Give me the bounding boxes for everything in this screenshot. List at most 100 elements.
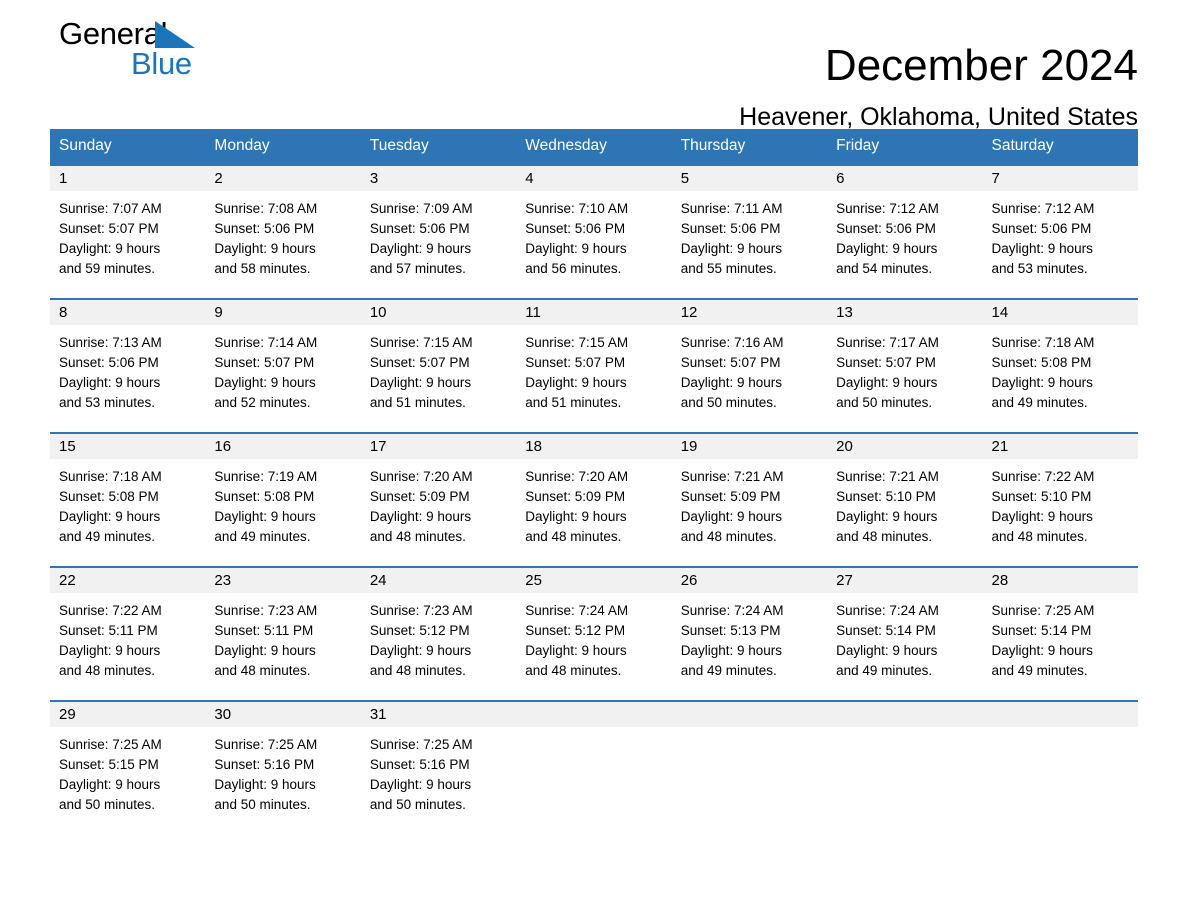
day-details: Sunrise: 7:16 AM Sunset: 5:07 PM Dayligh…	[672, 325, 827, 413]
day-cell[interactable]: 16 Sunrise: 7:19 AM Sunset: 5:08 PM Dayl…	[205, 432, 361, 566]
day-cell[interactable]: 27 Sunrise: 7:24 AM Sunset: 5:14 PM Dayl…	[827, 566, 983, 700]
day-cell[interactable]: 14 Sunrise: 7:18 AM Sunset: 5:08 PM Dayl…	[982, 298, 1138, 432]
daylight-text-line2: and 59 minutes.	[59, 261, 156, 276]
day-cell[interactable]: 5 Sunrise: 7:11 AM Sunset: 5:06 PM Dayli…	[671, 164, 828, 298]
daylight-text-line2: and 48 minutes.	[369, 663, 466, 678]
day-cell[interactable]: 28 Sunrise: 7:25 AM Sunset: 5:14 PM Dayl…	[982, 566, 1138, 700]
daylight-text-line2: and 56 minutes.	[525, 261, 622, 276]
sunset-text: Sunset: 5:11 PM	[214, 623, 314, 638]
sunrise-text: Sunrise: 7:15 AM	[525, 335, 629, 350]
daylight-text-line1: Daylight: 9 hours	[525, 375, 627, 390]
daylight-text-line1: Daylight: 9 hours	[59, 241, 161, 256]
day-number: 4	[516, 166, 672, 191]
daylight-text-line1: Daylight: 9 hours	[836, 241, 938, 256]
day-cell[interactable]: 22 Sunrise: 7:22 AM Sunset: 5:11 PM Dayl…	[50, 566, 206, 700]
day-details: Sunrise: 7:15 AM Sunset: 5:07 PM Dayligh…	[516, 325, 671, 413]
sunrise-text: Sunrise: 7:25 AM	[59, 737, 162, 752]
day-cell-empty	[827, 700, 983, 812]
sunrise-text: Sunrise: 7:18 AM	[59, 469, 162, 484]
sunrise-text: Sunrise: 7:25 AM	[214, 737, 318, 752]
daylight-text-line2: and 48 minutes.	[525, 663, 622, 678]
day-cell[interactable]: 20 Sunrise: 7:21 AM Sunset: 5:10 PM Dayl…	[827, 432, 983, 566]
sunrise-text: Sunrise: 7:12 AM	[836, 201, 939, 216]
daylight-text-line2: and 48 minutes.	[59, 663, 156, 678]
day-cell[interactable]: 3 Sunrise: 7:09 AM Sunset: 5:06 PM Dayli…	[360, 164, 517, 298]
day-cell[interactable]: 25 Sunrise: 7:24 AM Sunset: 5:12 PM Dayl…	[516, 566, 672, 700]
sunrise-text: Sunrise: 7:24 AM	[680, 603, 784, 618]
generalblue-logo[interactable]: General Blue	[59, 16, 259, 92]
sunset-text: Sunset: 5:14 PM	[836, 623, 936, 638]
daylight-text-line2: and 50 minutes.	[369, 797, 466, 812]
sunset-text: Sunset: 5:13 PM	[680, 623, 781, 638]
day-details: Sunrise: 7:10 AM Sunset: 5:06 PM Dayligh…	[516, 191, 671, 279]
sunrise-text: Sunrise: 7:24 AM	[525, 603, 629, 618]
daylight-text-line2: and 51 minutes.	[525, 395, 622, 410]
day-cell[interactable]: 6 Sunrise: 7:12 AM Sunset: 5:06 PM Dayli…	[827, 164, 983, 298]
daylight-text-line1: Daylight: 9 hours	[214, 643, 316, 658]
daylight-text-line2: and 50 minutes.	[214, 797, 311, 812]
sunset-text: Sunset: 5:08 PM	[214, 489, 315, 504]
day-number: 29	[50, 702, 206, 727]
sunset-text: Sunset: 5:09 PM	[369, 489, 470, 504]
daylight-text-line2: and 57 minutes.	[369, 261, 466, 276]
sunset-text: Sunset: 5:06 PM	[59, 355, 159, 370]
daylight-text-line1: Daylight: 9 hours	[59, 643, 161, 658]
day-cell[interactable]: 30 Sunrise: 7:25 AM Sunset: 5:16 PM Dayl…	[205, 700, 361, 812]
sunset-text: Sunset: 5:12 PM	[369, 623, 470, 638]
day-details: Sunrise: 7:21 AM Sunset: 5:09 PM Dayligh…	[672, 459, 827, 547]
day-cell-empty	[982, 700, 1138, 812]
day-cell[interactable]: 24 Sunrise: 7:23 AM Sunset: 5:12 PM Dayl…	[360, 566, 517, 700]
daylight-text-line1: Daylight: 9 hours	[59, 375, 161, 390]
daylight-text-line1: Daylight: 9 hours	[680, 241, 782, 256]
day-cell[interactable]: 9 Sunrise: 7:14 AM Sunset: 5:07 PM Dayli…	[205, 298, 361, 432]
daylight-text-line2: and 55 minutes.	[680, 261, 777, 276]
calendar-page: General Blue December 2024 Heavener, Okl…	[0, 0, 1188, 918]
daylight-text-line2: and 49 minutes.	[991, 663, 1088, 678]
day-cell[interactable]: 26 Sunrise: 7:24 AM Sunset: 5:13 PM Dayl…	[671, 566, 828, 700]
day-number: 26	[671, 568, 828, 593]
day-cell[interactable]: 21 Sunrise: 7:22 AM Sunset: 5:10 PM Dayl…	[982, 432, 1138, 566]
day-cell[interactable]: 2 Sunrise: 7:08 AM Sunset: 5:06 PM Dayli…	[205, 164, 361, 298]
day-number: 18	[516, 434, 672, 459]
day-cell[interactable]: 1 Sunrise: 7:07 AM Sunset: 5:07 PM Dayli…	[50, 164, 206, 298]
logo-triangle-icon	[155, 21, 195, 48]
sunset-text: Sunset: 5:07 PM	[836, 355, 936, 370]
daylight-text-line2: and 58 minutes.	[214, 261, 311, 276]
day-cell[interactable]: 15 Sunrise: 7:18 AM Sunset: 5:08 PM Dayl…	[50, 432, 206, 566]
sunrise-text: Sunrise: 7:13 AM	[59, 335, 162, 350]
sunrise-text: Sunrise: 7:08 AM	[214, 201, 318, 216]
page-subtitle: Heavener, Oklahoma, United States	[739, 103, 1138, 131]
day-cell[interactable]: 13 Sunrise: 7:17 AM Sunset: 5:07 PM Dayl…	[827, 298, 983, 432]
day-details: Sunrise: 7:12 AM Sunset: 5:06 PM Dayligh…	[827, 191, 982, 279]
sunrise-text: Sunrise: 7:16 AM	[680, 335, 784, 350]
weekday-header-saturday: Saturday	[982, 129, 1138, 164]
day-cell[interactable]: 8 Sunrise: 7:13 AM Sunset: 5:06 PM Dayli…	[50, 298, 206, 432]
sunset-text: Sunset: 5:06 PM	[680, 221, 781, 236]
day-details: Sunrise: 7:11 AM Sunset: 5:06 PM Dayligh…	[672, 191, 827, 279]
day-cell[interactable]: 4 Sunrise: 7:10 AM Sunset: 5:06 PM Dayli…	[516, 164, 672, 298]
day-details	[672, 727, 827, 735]
day-cell[interactable]: 31 Sunrise: 7:25 AM Sunset: 5:16 PM Dayl…	[360, 700, 517, 812]
daylight-text-line1: Daylight: 9 hours	[680, 643, 782, 658]
day-cell[interactable]: 7 Sunrise: 7:12 AM Sunset: 5:06 PM Dayli…	[982, 164, 1138, 298]
daylight-text-line2: and 53 minutes.	[59, 395, 156, 410]
day-cell[interactable]: 23 Sunrise: 7:23 AM Sunset: 5:11 PM Dayl…	[205, 566, 361, 700]
day-cell[interactable]: 10 Sunrise: 7:15 AM Sunset: 5:07 PM Dayl…	[360, 298, 517, 432]
calendar-header-row: Sunday Monday Tuesday Wednesday Thursday…	[50, 129, 1138, 164]
day-cell[interactable]: 19 Sunrise: 7:21 AM Sunset: 5:09 PM Dayl…	[671, 432, 828, 566]
calendar-week-row: 1 Sunrise: 7:07 AM Sunset: 5:07 PM Dayli…	[50, 164, 1138, 298]
day-cell[interactable]: 18 Sunrise: 7:20 AM Sunset: 5:09 PM Dayl…	[516, 432, 672, 566]
day-cell[interactable]: 11 Sunrise: 7:15 AM Sunset: 5:07 PM Dayl…	[516, 298, 672, 432]
weekday-header-monday: Monday	[205, 129, 361, 164]
sunrise-text: Sunrise: 7:25 AM	[369, 737, 473, 752]
daylight-text-line1: Daylight: 9 hours	[680, 509, 782, 524]
day-cell[interactable]: 12 Sunrise: 7:16 AM Sunset: 5:07 PM Dayl…	[671, 298, 828, 432]
sunset-text: Sunset: 5:16 PM	[369, 757, 470, 772]
daylight-text-line1: Daylight: 9 hours	[991, 643, 1093, 658]
daylight-text-line1: Daylight: 9 hours	[214, 375, 316, 390]
day-cell[interactable]: 17 Sunrise: 7:20 AM Sunset: 5:09 PM Dayl…	[360, 432, 517, 566]
day-details: Sunrise: 7:13 AM Sunset: 5:06 PM Dayligh…	[50, 325, 205, 413]
logo-text-blue: Blue	[131, 46, 192, 81]
day-number: 24	[360, 568, 517, 593]
day-cell[interactable]: 29 Sunrise: 7:25 AM Sunset: 5:15 PM Dayl…	[50, 700, 206, 812]
